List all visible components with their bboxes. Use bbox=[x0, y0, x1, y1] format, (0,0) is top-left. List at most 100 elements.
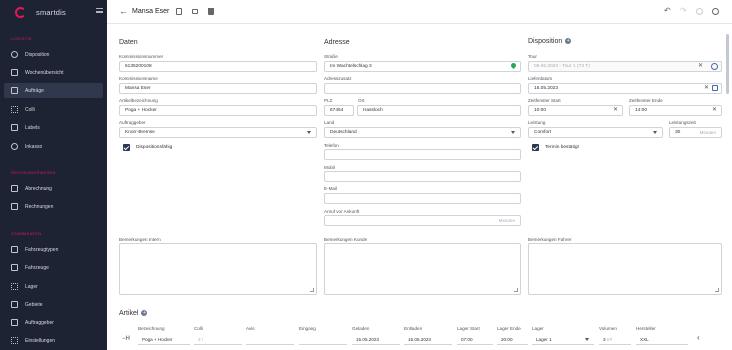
truck-icon bbox=[11, 87, 18, 94]
column-header-lager-start: Lager Start bbox=[457, 326, 480, 331]
cell-lager-start[interactable]: 07:00 bbox=[457, 334, 493, 345]
chevron-left-icon[interactable]: ‹ bbox=[697, 333, 700, 342]
scrollbar[interactable] bbox=[726, 34, 729, 94]
close-icon[interactable]: ✕ bbox=[698, 62, 703, 71]
resize-handle-icon[interactable] bbox=[715, 288, 719, 292]
telefon-field[interactable] bbox=[324, 149, 521, 160]
column-header-bezeichnung: Bezeichnung bbox=[138, 326, 165, 331]
leistung-value: Comfort bbox=[534, 130, 552, 135]
resize-handle-icon[interactable] bbox=[514, 288, 518, 292]
map-pin-icon[interactable] bbox=[509, 62, 518, 70]
sidebar-item-wochenuebersicht[interactable]: Wochenübersicht bbox=[4, 65, 103, 80]
label-tour: Tour bbox=[528, 54, 537, 59]
cell-lager-ende[interactable]: 20:00 bbox=[497, 334, 528, 345]
sidebar-item-fahrzeuge[interactable]: Fahrzeuge bbox=[4, 260, 103, 275]
zeitfenster-ende-field[interactable]: 14:00 ✕ bbox=[629, 105, 722, 116]
plz-field[interactable]: 67454 bbox=[324, 105, 354, 116]
sidebar-item-einstellungen[interactable]: Einstellungen bbox=[4, 333, 103, 348]
leistungszeit-field[interactable]: 30 Minuten bbox=[669, 127, 722, 138]
lager-ende-value: 20:00 bbox=[501, 337, 513, 342]
menu-toggle-icon[interactable] bbox=[96, 8, 103, 13]
land-select[interactable]: Deutschland bbox=[324, 127, 521, 138]
calendar-icon[interactable] bbox=[712, 85, 718, 91]
adresszusatz-field[interactable] bbox=[324, 83, 521, 94]
cell-lager-select[interactable]: Lager 1 bbox=[532, 334, 594, 345]
leistung-select[interactable]: Comfort bbox=[528, 127, 663, 138]
close-icon[interactable]: ✕ bbox=[704, 84, 709, 93]
label-land: Land bbox=[324, 120, 335, 125]
close-icon[interactable]: ✕ bbox=[613, 106, 618, 115]
cell-geladen[interactable]: 15.05.2023 bbox=[352, 334, 400, 345]
bemerkungen-kunde-textarea[interactable] bbox=[324, 243, 521, 295]
cell-volumen[interactable]: 3 m³ bbox=[599, 334, 631, 345]
cell-bezeichnung[interactable]: Poga + Hocker bbox=[138, 334, 190, 345]
sidebar: smartdis LOGISTIK Disposition Wochenüber… bbox=[0, 0, 107, 350]
trash-icon[interactable] bbox=[208, 8, 214, 15]
label-kommissionsname: Kommissionsname bbox=[119, 76, 158, 81]
undo-icon[interactable]: ↶ bbox=[664, 6, 671, 15]
volumen-unit: m³ bbox=[606, 337, 613, 342]
plus-circle-icon[interactable]: + bbox=[141, 310, 148, 316]
artikelbezeichnung-field[interactable]: Poga + Hocker bbox=[119, 105, 317, 116]
kommissionsname-field[interactable]: Mansa Eser bbox=[119, 83, 317, 94]
cell-hersteller[interactable]: XXL bbox=[636, 334, 688, 345]
sidebar-item-auftraege[interactable]: Aufträge bbox=[4, 83, 103, 98]
column-header-lager-ende: Lager Ende bbox=[497, 326, 521, 331]
sidebar-item-auftraggeber[interactable]: Auftraggeber bbox=[4, 315, 103, 330]
sidebar-item-fahrzeugtypen[interactable]: Fahrzeugtypen bbox=[4, 242, 103, 257]
dashboard-icon bbox=[11, 51, 18, 58]
strasse-field[interactable]: Im Wachtelschlag 3 bbox=[324, 61, 521, 72]
sidebar-item-labels[interactable]: Labels bbox=[4, 120, 103, 135]
ort-field[interactable]: Hassloch bbox=[357, 105, 521, 116]
checklist-icon bbox=[11, 185, 18, 192]
label-artikelbezeichnung: Artikelbezeichnung bbox=[119, 98, 158, 103]
client-icon bbox=[11, 319, 18, 326]
bemerkungen-fahrer-textarea[interactable] bbox=[528, 243, 722, 295]
lieferdatum-field[interactable]: 15.05.2023 ✕ bbox=[528, 83, 722, 94]
print-icon[interactable] bbox=[192, 9, 198, 14]
back-arrow-icon[interactable]: ← bbox=[119, 6, 128, 16]
close-icon[interactable]: ✕ bbox=[712, 106, 717, 115]
auftraggeber-select[interactable]: Knorr-Bremse bbox=[119, 127, 317, 138]
cell-entladen[interactable]: 15.05.2023 bbox=[404, 334, 452, 345]
lieferdatum-value: 15.05.2023 bbox=[534, 86, 559, 91]
kommissionsnummer-field[interactable]: 6135200108 bbox=[119, 61, 317, 72]
label-zeitfenster-start: Zeitfenster Start bbox=[528, 98, 561, 103]
redo-icon[interactable]: ↷ bbox=[680, 6, 687, 15]
strasse-value: Im Wachtelschlag 3 bbox=[330, 64, 372, 69]
label-email: E-Mail bbox=[324, 186, 338, 191]
copy-icon[interactable] bbox=[176, 8, 182, 15]
leistungszeit-value: 30 bbox=[675, 130, 681, 135]
brand[interactable]: smartdis bbox=[15, 4, 66, 20]
plus-circle-icon[interactable]: + bbox=[565, 38, 572, 44]
sidebar-item-abrechnung[interactable]: Abrechnung bbox=[4, 181, 103, 196]
cell-eingang[interactable] bbox=[299, 334, 347, 345]
search-icon[interactable] bbox=[696, 8, 703, 15]
tour-field[interactable]: 09.06.2023 - Tour 1 (T3 T) ✕ bbox=[528, 61, 722, 72]
mobil-field[interactable] bbox=[324, 171, 521, 182]
sidebar-item-lager[interactable]: Lager bbox=[4, 279, 103, 294]
entladen-value: 15.05.2023 bbox=[408, 337, 431, 342]
top-bar: ← Mansa Eser ↶ ↷ bbox=[107, 0, 732, 24]
anruf-vor-ankunft-field[interactable]: Minuten bbox=[324, 215, 521, 226]
sidebar-item-gebiete[interactable]: Gebiete bbox=[4, 297, 103, 312]
sidebar-item-label: Auftraggeber bbox=[25, 319, 54, 326]
sidebar-item-colli[interactable]: Colli bbox=[4, 102, 103, 117]
zeitfenster-start-field[interactable]: 10:00 ✕ bbox=[528, 105, 623, 116]
email-field[interactable] bbox=[324, 193, 521, 204]
drag-handle-icon[interactable]: −H bbox=[122, 336, 130, 342]
bemerkungen-intern-textarea[interactable] bbox=[119, 243, 317, 295]
sidebar-item-inkasso[interactable]: Inkasso bbox=[4, 139, 103, 154]
user-icon[interactable] bbox=[712, 8, 719, 15]
smartdis-logo-icon bbox=[15, 6, 26, 18]
cell-avis[interactable] bbox=[246, 334, 294, 345]
sidebar-item-rechnungen[interactable]: Rechnungen bbox=[4, 199, 103, 214]
sidebar-item-label: Colli bbox=[25, 106, 35, 113]
resize-handle-icon[interactable] bbox=[310, 288, 314, 292]
sidebar-item-label: Rechnungen bbox=[25, 203, 54, 210]
termin-bestaetigt-checkbox[interactable] bbox=[532, 144, 539, 151]
arrow-circle-icon[interactable] bbox=[711, 63, 718, 70]
dispositionsfaehig-checkbox[interactable] bbox=[123, 144, 130, 151]
sidebar-item-disposition[interactable]: Disposition bbox=[4, 47, 103, 62]
cell-colli[interactable]: 3 / bbox=[194, 334, 242, 345]
